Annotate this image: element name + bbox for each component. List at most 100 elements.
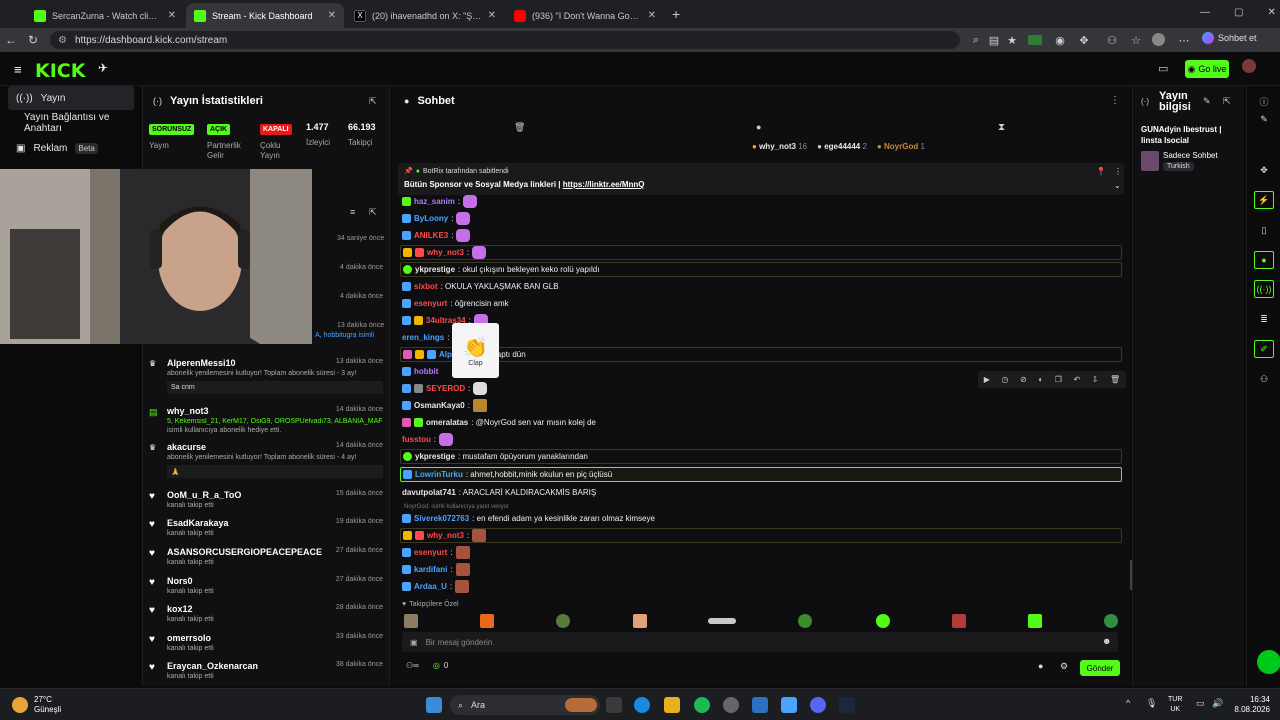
kick-logo[interactable]: KICK <box>35 60 85 82</box>
chat-username[interactable]: ykprestige <box>415 452 455 461</box>
chat-message[interactable]: haz_sanim: <box>402 194 478 209</box>
minimize-icon[interactable]: — <box>1200 7 1210 18</box>
chat-username[interactable]: davutpolat741 <box>402 488 456 497</box>
filter-icon[interactable]: ≡ <box>350 207 355 217</box>
browser-tab[interactable]: SercanZurna - Watch clips on Kick ✕ <box>26 3 184 28</box>
emote-icon[interactable] <box>1028 614 1042 628</box>
chat-message-highlighted[interactable]: why_not3: <box>400 245 1122 260</box>
hamburger-menu-icon[interactable]: ≡ <box>14 62 22 77</box>
popout-icon[interactable]: ⇱ <box>369 96 377 107</box>
chat-message[interactable]: OsmanKaya0: <box>402 398 487 413</box>
emote-icon[interactable] <box>556 614 570 628</box>
close-tab-icon[interactable]: ✕ <box>488 10 496 21</box>
chat-message-mention[interactable]: LowrinTurku: ahmet,hobbit,minik okulun e… <box>400 467 1122 482</box>
more-menu-icon[interactable]: ⋯ <box>1176 32 1192 48</box>
popout-icon[interactable]: ⇱ <box>1223 96 1231 107</box>
photos-icon[interactable] <box>752 697 768 713</box>
users-icon[interactable]: ⚇ <box>1254 370 1274 388</box>
chat-username[interactable]: esenyurt <box>414 548 447 557</box>
chat-message[interactable]: ANILKE3: <box>402 228 471 243</box>
chat-message[interactable]: davutpolat741: ARACLARİ KALDIRACAKMİS BA… <box>402 485 596 500</box>
emote-icon[interactable] <box>952 614 966 628</box>
stack-icon[interactable]: ≣ <box>1254 310 1274 328</box>
chat-message-highlighted[interactable]: why_not3: <box>400 528 1122 543</box>
discord-icon[interactable] <box>810 697 826 713</box>
chat-icon[interactable]: ● <box>1254 251 1274 269</box>
move-icon[interactable]: ✥ <box>1254 161 1274 179</box>
close-tab-icon[interactable]: ✕ <box>648 10 656 21</box>
mic-icon[interactable]: 🎙 <box>1146 698 1157 709</box>
send-button[interactable]: Gönder <box>1080 660 1120 676</box>
network-icon[interactable]: ▭ <box>1196 698 1205 709</box>
task-view-icon[interactable] <box>606 697 622 713</box>
bolt-icon[interactable]: ⚡ <box>1254 191 1274 209</box>
maximize-icon[interactable]: ▢ <box>1234 7 1243 18</box>
pin-icon[interactable]: ⇩ <box>1092 375 1099 384</box>
nav-item-stream-key[interactable]: Yayın Bağlantısı ve Anahtarı <box>8 111 134 135</box>
trash-icon[interactable]: 🗑 <box>514 122 525 133</box>
chat-message-highlighted[interactable]: Alp wen yaptı dün <box>400 347 1122 362</box>
close-tab-icon[interactable]: ✕ <box>328 10 336 21</box>
chat-username[interactable]: LowrinTurku <box>415 470 463 479</box>
chat-username[interactable]: Alp <box>439 350 452 359</box>
nav-item-yayin[interactable]: ((·)) Yayın <box>8 86 134 110</box>
chat-username[interactable]: eren_kings <box>402 333 444 342</box>
browser-tab-active[interactable]: Stream - Kick Dashboard ✕ <box>186 3 344 28</box>
chat-message[interactable]: esenyurt: öğrencisin amk <box>402 296 509 311</box>
chat-username[interactable]: sixbot <box>414 282 438 291</box>
app-icon[interactable] <box>781 697 797 713</box>
edit-icon[interactable]: ✎ <box>1254 110 1274 128</box>
chat-username[interactable]: Siverek072763 <box>414 514 469 523</box>
chat-username[interactable]: OsmanKaya0 <box>414 401 465 410</box>
chat-message[interactable]: omeralatas: @NoyrGod sen var mısın kolej… <box>402 415 596 430</box>
chat-message[interactable]: hobbit <box>402 364 441 379</box>
clock-date[interactable]: 8.08.2026 <box>1226 705 1270 715</box>
chat-mode-icon[interactable]: ● <box>756 122 761 132</box>
nav-item-reklam[interactable]: ▣ Reklam Beta <box>8 136 134 160</box>
url-field[interactable]: ⚙ https://dashboard.kick.com/stream <box>50 31 960 49</box>
settings-gear-icon[interactable]: ⚙ <box>1060 661 1068 672</box>
close-window-icon[interactable]: ✕ <box>1267 7 1275 18</box>
clock-icon[interactable]: ◷ <box>1002 375 1009 384</box>
expand-chevron-icon[interactable]: ⌄ <box>1114 181 1121 190</box>
edge-icon[interactable] <box>634 697 650 713</box>
steam-icon[interactable] <box>839 697 855 713</box>
taskbar-search[interactable]: ⌕ Ara <box>450 695 600 715</box>
browser-tab[interactable]: X (20) ihavenadhd on X: "Şehmus & ✕ <box>346 3 504 28</box>
reload-icon[interactable]: ↻ <box>22 33 44 47</box>
copy-icon[interactable]: ❐ <box>1055 375 1062 384</box>
chat-username[interactable]: ByLoony <box>414 214 448 223</box>
document-icon[interactable]: ▯ <box>1254 221 1274 239</box>
chat-username[interactable]: kardifani <box>414 565 447 574</box>
copilot-button[interactable]: Sohbet et <box>1202 32 1257 44</box>
spotify-icon[interactable] <box>694 697 710 713</box>
undo-icon[interactable]: ↶ <box>1073 375 1080 384</box>
go-live-button[interactable]: ◉ Go live <box>1185 60 1229 78</box>
puzzle-icon[interactable]: ✥ <box>1076 32 1092 48</box>
chat-bubble-icon[interactable]: ● <box>1038 661 1043 671</box>
chat-message[interactable]: ByLoony: <box>402 211 471 226</box>
chat-username[interactable]: hobbit <box>414 367 438 376</box>
chat-message[interactable]: kardifani: <box>402 562 470 577</box>
zoom-icon[interactable]: ⌕ <box>968 32 984 48</box>
emote-icon[interactable] <box>1104 614 1118 628</box>
kick-emote-icon[interactable] <box>876 614 890 628</box>
screen-icon[interactable]: ▭ <box>1158 62 1168 75</box>
chat-username[interactable]: fusstou <box>402 435 431 444</box>
hand-emote-icon[interactable] <box>633 614 647 628</box>
chat-username[interactable]: haz_sanim <box>414 197 455 206</box>
keyboard-layout[interactable]: UK <box>1168 705 1182 715</box>
emoji-picker-icon[interactable]: ☻ <box>1102 636 1111 646</box>
mute-icon[interactable]: ◐ <box>1038 375 1043 384</box>
unpin-icon[interactable]: 📍 <box>1096 167 1106 176</box>
chat-message[interactable]: SEYEROD: <box>402 381 488 396</box>
volume-icon[interactable]: 🔊 <box>1212 698 1223 709</box>
broadcast-icon[interactable]: ((·)) <box>1254 280 1274 298</box>
clock-time[interactable]: 16:34 <box>1226 695 1270 705</box>
site-info-icon[interactable]: ⚙ <box>58 35 67 46</box>
browser-tab[interactable]: (936) "I Don't Wanna Go"- Spider ✕ <box>506 3 664 28</box>
chat-username[interactable]: ANILKE3 <box>414 231 448 240</box>
language-code[interactable]: TUR <box>1168 695 1182 705</box>
emote-icon[interactable] <box>404 614 418 628</box>
windows-start-icon[interactable] <box>426 697 442 713</box>
